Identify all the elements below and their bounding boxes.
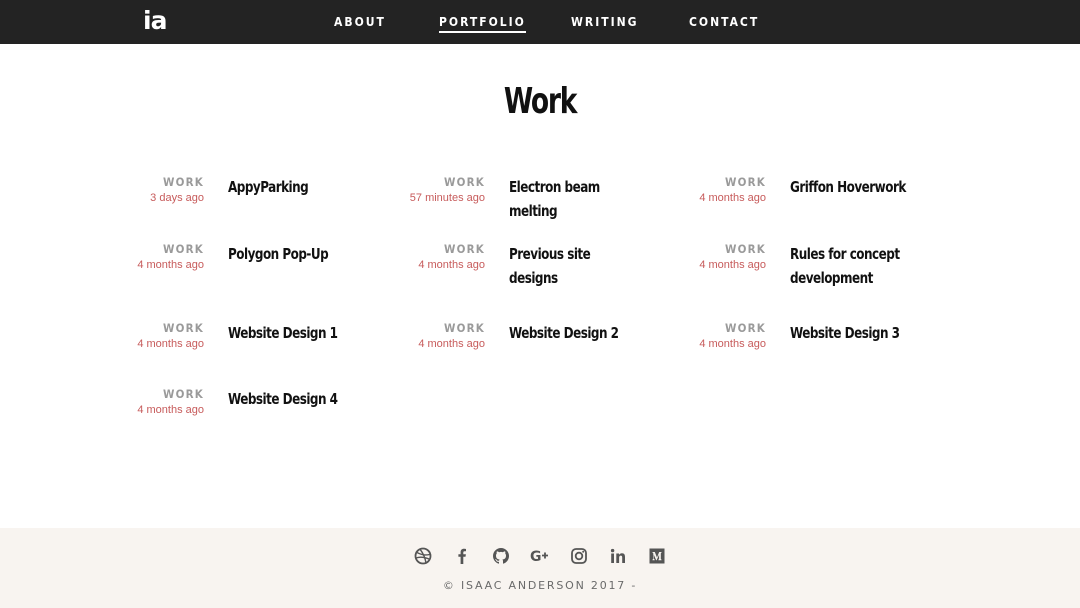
entry-title-link[interactable]: Website Design 4 bbox=[228, 387, 357, 411]
entry-title-link[interactable]: Electron beam melting bbox=[509, 175, 638, 223]
facebook-icon[interactable] bbox=[452, 546, 472, 566]
entry-timestamp: 4 months ago bbox=[418, 259, 485, 271]
work-entry: WORK 57 minutes ago Electron beam meltin… bbox=[395, 174, 665, 234]
entry-category-tag[interactable]: WORK bbox=[114, 241, 204, 257]
entry-meta: WORK 4 months ago bbox=[114, 386, 204, 418]
work-entry: WORK 4 months ago Griffon Hoverwork bbox=[676, 174, 946, 234]
entry-title-link[interactable]: AppyParking bbox=[228, 175, 357, 199]
entry-timestamp: 3 days ago bbox=[150, 192, 204, 204]
entry-meta: WORK 4 months ago bbox=[676, 241, 766, 273]
site-logo[interactable]: ia bbox=[143, 6, 167, 36]
entry-category-tag[interactable]: WORK bbox=[114, 386, 204, 402]
entry-meta: WORK 4 months ago bbox=[395, 320, 485, 352]
instagram-icon[interactable] bbox=[569, 546, 589, 566]
entry-meta: WORK 57 minutes ago bbox=[395, 174, 485, 206]
work-entry: WORK 4 months ago Polygon Pop-Up bbox=[114, 241, 384, 301]
work-entry: WORK 4 months ago Rules for concept deve… bbox=[676, 241, 946, 301]
entry-category-tag[interactable]: WORK bbox=[676, 320, 766, 336]
site-footer: G © ISAAC ANDERSON 2017 - bbox=[0, 528, 1080, 608]
github-icon[interactable] bbox=[491, 546, 511, 566]
top-navbar: ia ABOUT PORTFOLIO WRITING CONTACT bbox=[0, 0, 1080, 44]
entry-title-link[interactable]: Website Design 1 bbox=[228, 321, 357, 345]
entry-title-link[interactable]: Polygon Pop-Up bbox=[228, 242, 357, 266]
entry-meta: WORK 4 months ago bbox=[114, 320, 204, 352]
linkedin-icon[interactable] bbox=[608, 546, 628, 566]
entry-title-link[interactable]: Rules for concept development bbox=[790, 242, 919, 290]
work-entry: WORK 4 months ago Website Design 3 bbox=[676, 320, 946, 380]
entry-meta: WORK 4 months ago bbox=[676, 320, 766, 352]
entry-category-tag[interactable]: WORK bbox=[114, 320, 204, 336]
entry-timestamp: 4 months ago bbox=[137, 259, 204, 271]
nav-link-writing[interactable]: WRITING bbox=[571, 13, 639, 31]
entry-meta: WORK 4 months ago bbox=[676, 174, 766, 206]
entry-timestamp: 57 minutes ago bbox=[409, 192, 485, 204]
google-plus-icon[interactable]: G bbox=[530, 546, 550, 566]
work-entry: WORK 4 months ago Website Design 1 bbox=[114, 320, 384, 380]
entry-title-link[interactable]: Previous site designs bbox=[509, 242, 638, 290]
entry-meta: WORK 4 months ago bbox=[395, 241, 485, 273]
entry-category-tag[interactable]: WORK bbox=[676, 241, 766, 257]
page-title: Work bbox=[503, 81, 578, 122]
entry-meta: WORK 4 months ago bbox=[114, 241, 204, 273]
nav-link-about[interactable]: ABOUT bbox=[334, 13, 386, 31]
entry-category-tag[interactable]: WORK bbox=[395, 320, 485, 336]
nav-link-contact[interactable]: CONTACT bbox=[689, 13, 759, 31]
medium-icon[interactable] bbox=[647, 546, 667, 566]
entry-timestamp: 4 months ago bbox=[137, 404, 204, 416]
nav-link-portfolio[interactable]: PORTFOLIO bbox=[439, 13, 526, 33]
entry-timestamp: 4 months ago bbox=[699, 259, 766, 271]
work-entry: WORK 4 months ago Website Design 2 bbox=[395, 320, 665, 380]
entry-title-link[interactable]: Website Design 3 bbox=[790, 321, 919, 345]
entry-meta: WORK 3 days ago bbox=[114, 174, 204, 206]
copyright-text: © ISAAC ANDERSON 2017 - bbox=[442, 579, 638, 592]
entry-category-tag[interactable]: WORK bbox=[395, 241, 485, 257]
entry-category-tag[interactable]: WORK bbox=[114, 174, 204, 190]
entry-title-link[interactable]: Griffon Hoverwork bbox=[790, 175, 919, 199]
entry-timestamp: 4 months ago bbox=[699, 338, 766, 350]
entry-timestamp: 4 months ago bbox=[418, 338, 485, 350]
entry-title-link[interactable]: Website Design 2 bbox=[509, 321, 638, 345]
social-links: G bbox=[0, 546, 1080, 566]
entry-timestamp: 4 months ago bbox=[137, 338, 204, 350]
entry-category-tag[interactable]: WORK bbox=[676, 174, 766, 190]
dribbble-icon[interactable] bbox=[413, 546, 433, 566]
work-entry: WORK 4 months ago Website Design 4 bbox=[114, 386, 384, 446]
work-entry: WORK 4 months ago Previous site designs bbox=[395, 241, 665, 301]
entry-timestamp: 4 months ago bbox=[699, 192, 766, 204]
entry-category-tag[interactable]: WORK bbox=[395, 174, 485, 190]
work-entry: WORK 3 days ago AppyParking bbox=[114, 174, 384, 234]
svg-text:G: G bbox=[530, 549, 542, 565]
